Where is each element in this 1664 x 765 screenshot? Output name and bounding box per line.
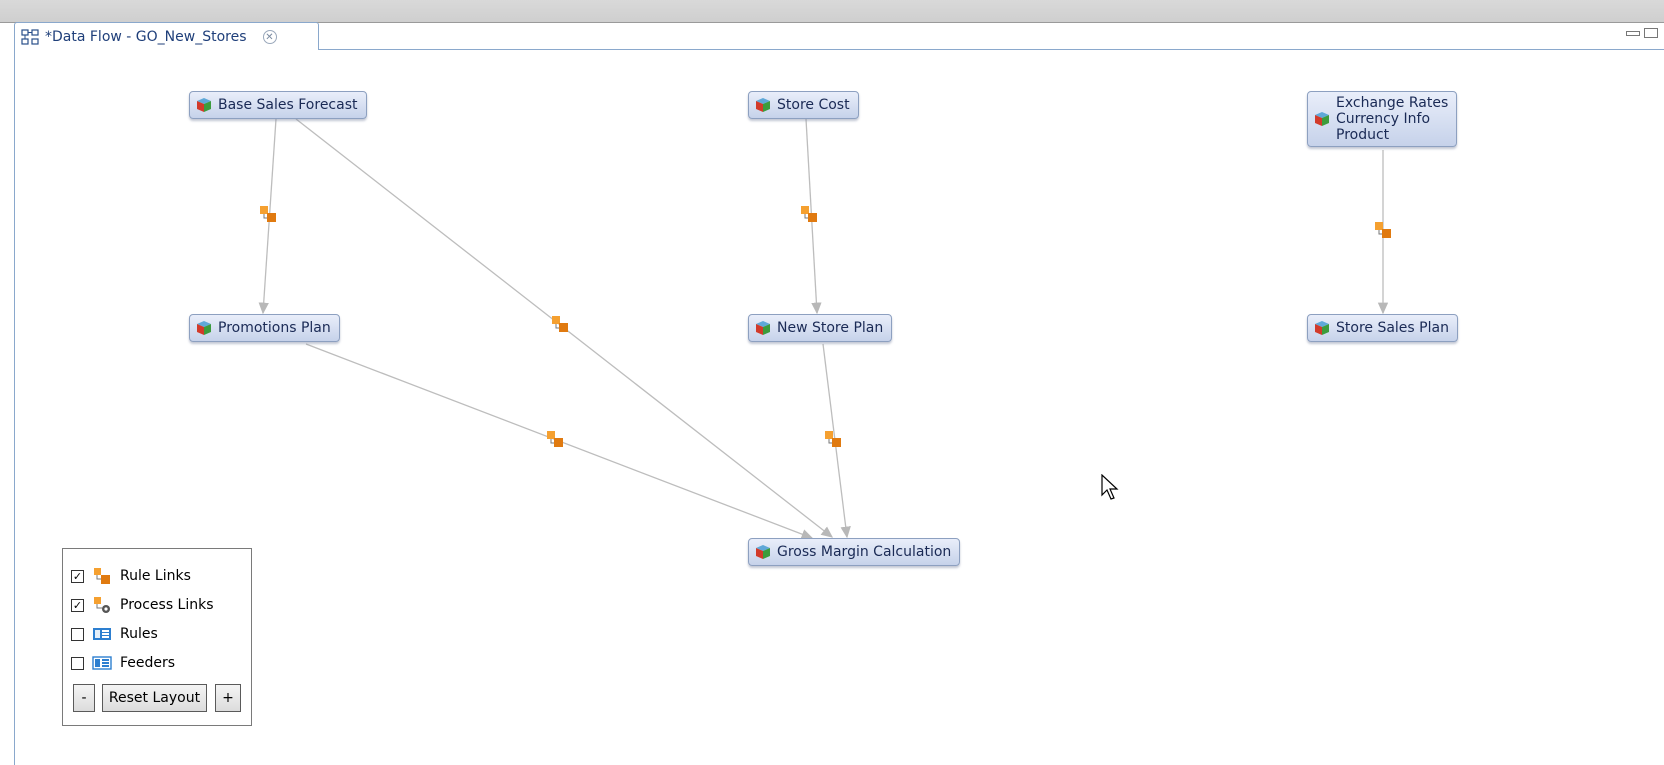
legend-label: Rule Links	[120, 568, 191, 584]
node-label: Gross Margin Calculation	[777, 544, 952, 560]
zoom-out-button[interactable]: -	[73, 684, 95, 712]
legend-label: Feeders	[120, 655, 176, 671]
rule-link-icon[interactable]	[551, 315, 569, 333]
legend-item-rule-links[interactable]: ✓ Rule Links	[71, 566, 191, 586]
mouse-cursor-icon	[1101, 473, 1121, 502]
process-links-checkbox[interactable]: ✓	[71, 598, 84, 612]
process-link-icon	[92, 596, 112, 614]
cube-icon	[755, 97, 771, 113]
zoom-in-button[interactable]: +	[215, 684, 241, 712]
node-new-store-plan[interactable]: New Store Plan	[748, 314, 893, 342]
cube-icon	[196, 320, 212, 336]
legend-panel: ✓ Rule Links ✓ Process Links Rules Feede…	[62, 548, 252, 726]
legend-item-feeders[interactable]: Feeders	[71, 653, 175, 673]
node-base-sales-forecast[interactable]: Base Sales Forecast	[189, 91, 367, 119]
rule-link-icon[interactable]	[800, 205, 818, 223]
rules-checkbox[interactable]	[71, 627, 84, 641]
node-gross-margin-calculation[interactable]: Gross Margin Calculation	[748, 538, 961, 566]
node-exchange-rates[interactable]: Exchange Rates Currency Info Product	[1307, 91, 1458, 147]
node-label: Store Sales Plan	[1336, 320, 1449, 336]
legend-label: Process Links	[120, 597, 214, 613]
feeders-icon	[92, 654, 112, 672]
node-store-sales-plan[interactable]: Store Sales Plan	[1307, 314, 1458, 342]
cube-icon	[755, 320, 771, 336]
rule-link-icon	[92, 567, 112, 585]
rule-links-checkbox[interactable]: ✓	[71, 569, 84, 583]
node-promotions-plan[interactable]: Promotions Plan	[189, 314, 340, 342]
rule-link-icon[interactable]	[546, 430, 564, 448]
rule-link-icon[interactable]	[824, 430, 842, 448]
cube-icon	[1314, 320, 1330, 336]
node-label: Store Cost	[777, 97, 850, 113]
node-label: New Store Plan	[777, 320, 884, 336]
legend-item-process-links[interactable]: ✓ Process Links	[71, 595, 214, 615]
reset-layout-button[interactable]: Reset Layout	[102, 684, 207, 712]
node-label: Base Sales Forecast	[218, 97, 358, 113]
feeders-checkbox[interactable]	[71, 656, 84, 670]
node-label: Promotions Plan	[218, 320, 331, 336]
rules-icon	[92, 625, 112, 643]
rule-link-icon[interactable]	[259, 205, 277, 223]
rule-link-icon[interactable]	[1374, 221, 1392, 239]
node-store-cost[interactable]: Store Cost	[748, 91, 859, 119]
legend-label: Rules	[120, 626, 158, 642]
legend-item-rules[interactable]: Rules	[71, 624, 158, 644]
cube-icon	[1314, 111, 1330, 127]
cube-icon	[755, 544, 771, 560]
cube-icon	[196, 97, 212, 113]
node-label: Exchange Rates Currency Info Product	[1336, 95, 1449, 143]
